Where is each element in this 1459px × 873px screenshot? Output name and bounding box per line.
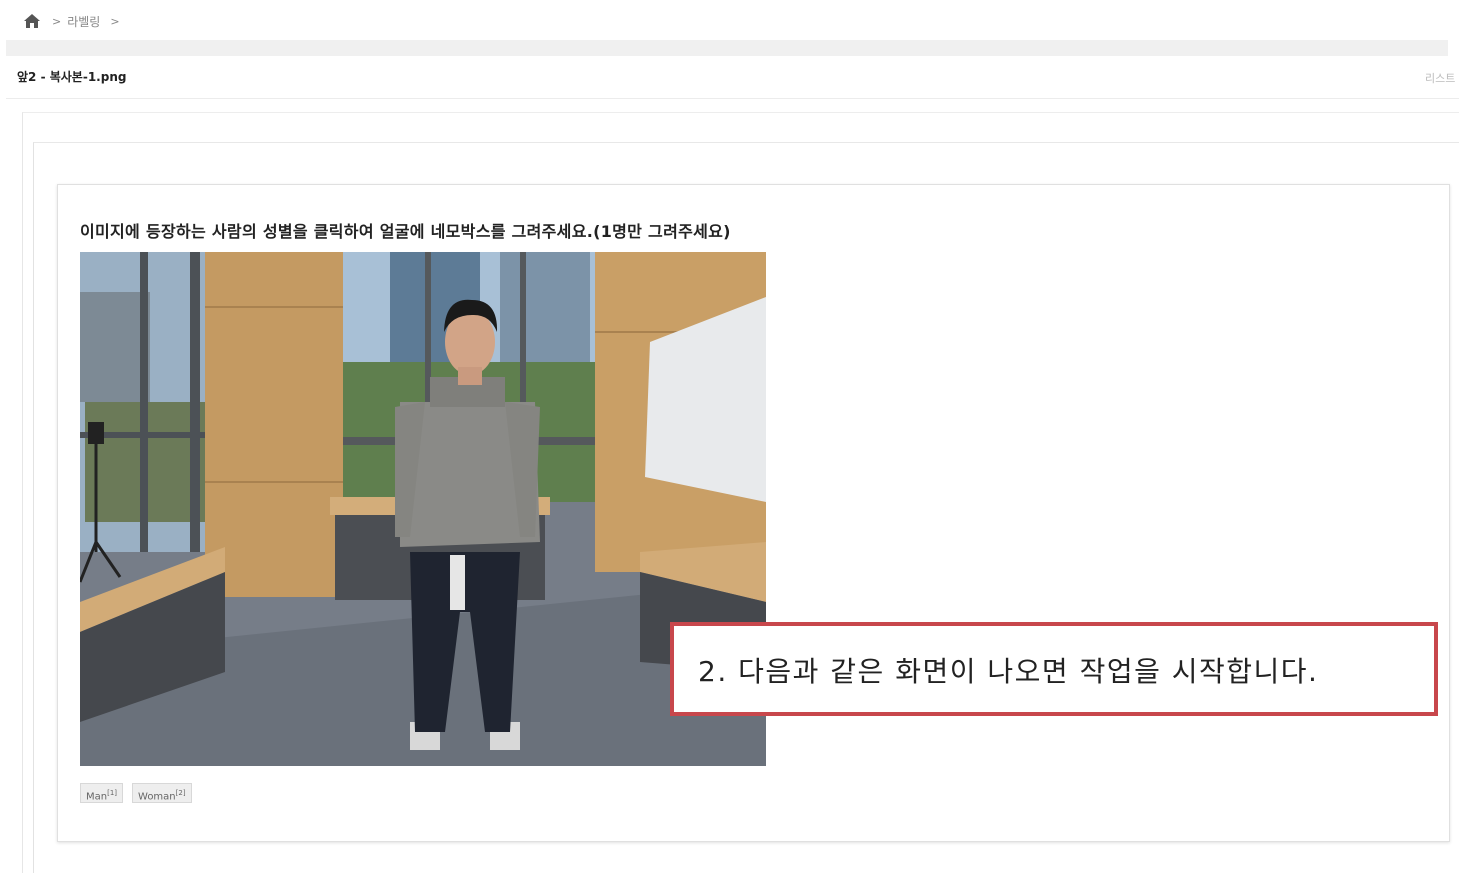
- class-label-list: Man[1] Woman[2]: [80, 783, 192, 803]
- title-bar: 앞2 - 복사본-1.png 리스트: [6, 56, 1459, 99]
- label-woman-shortcut: [2]: [175, 789, 186, 797]
- label-button-woman[interactable]: Woman[2]: [132, 783, 192, 803]
- breadcrumb-separator: >: [110, 14, 120, 28]
- task-instruction: 이미지에 등장하는 사람의 성별을 클릭하여 얼굴에 네모박스를 그려주세요.(…: [80, 222, 731, 241]
- breadcrumb: > 라벨링 >: [22, 8, 126, 34]
- header-divider-band: [6, 40, 1448, 56]
- label-man-shortcut: [1]: [107, 789, 118, 797]
- labeling-image-canvas[interactable]: [80, 252, 766, 766]
- label-woman-text: Woman: [138, 791, 176, 803]
- label-button-man[interactable]: Man[1]: [80, 783, 124, 803]
- file-title: 앞2 - 복사본-1.png: [17, 70, 127, 84]
- home-icon[interactable]: [22, 11, 42, 31]
- callout-text: 2. 다음과 같은 화면이 나오면 작업을 시작합니다.: [698, 655, 1319, 688]
- label-man-text: Man: [86, 791, 108, 803]
- list-link[interactable]: 리스트: [1425, 70, 1459, 86]
- breadcrumb-item-labeling[interactable]: 라벨링: [67, 13, 100, 30]
- breadcrumb-separator: >: [52, 14, 62, 28]
- instruction-callout: 2. 다음과 같은 화면이 나오면 작업을 시작합니다.: [670, 622, 1438, 716]
